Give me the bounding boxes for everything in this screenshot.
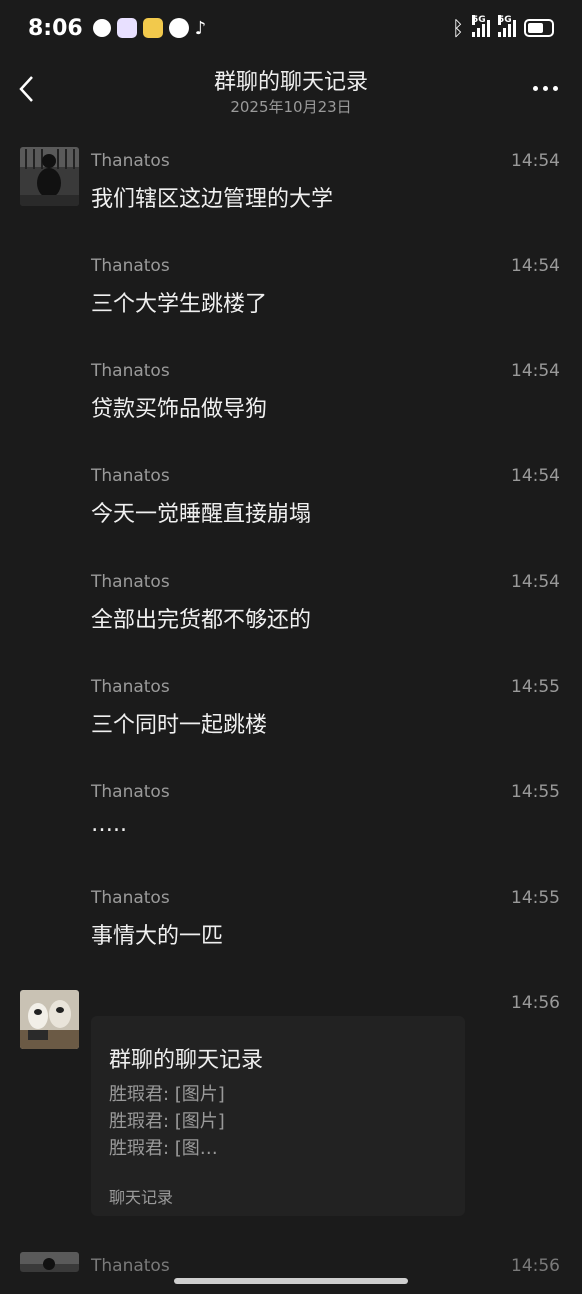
- avatar[interactable]: [20, 1252, 79, 1272]
- page-title: 群聊的聊天记录: [213, 70, 368, 95]
- network-type-2: 5G: [498, 15, 512, 25]
- card-preview-line: 胜瑕君: [图片]: [109, 1111, 225, 1132]
- tiktok-icon: ♪: [194, 17, 207, 39]
- message-time: 14:56: [511, 993, 560, 1013]
- page-subtitle: 2025年10月23日: [230, 98, 352, 116]
- chat-message[interactable]: Thanatos 14:55 三个同时一起跳楼: [0, 677, 582, 777]
- message-time: 14:55: [511, 888, 560, 908]
- message-text: 事情大的一匹: [91, 924, 224, 949]
- message-text: 今天一觉睡醒直接崩塌: [91, 502, 312, 527]
- card-title: 群聊的聊天记录: [109, 1048, 264, 1073]
- more-dot-icon: [533, 86, 538, 91]
- bluetooth-icon: ᛒ: [452, 16, 464, 40]
- battery-icon: [524, 19, 554, 37]
- chat-message[interactable]: Thanatos 14:54 今天一觉睡醒直接崩塌: [0, 466, 582, 566]
- sender-name: Thanatos: [91, 677, 170, 697]
- chat-message[interactable]: Thanatos 14:54 三个大学生跳楼了: [0, 256, 582, 356]
- message-time: 14:54: [511, 361, 560, 381]
- signal-icon-2: 5G: [498, 15, 516, 37]
- nav-bar: 群聊的聊天记录 2025年10月23日: [0, 56, 582, 126]
- chat-history-card[interactable]: 群聊的聊天记录 胜瑕君: [图片] 胜瑕君: [图片] 胜瑕君: [图… 聊天记…: [91, 1016, 465, 1216]
- chat-message[interactable]: Thanatos 14:55 …..: [0, 782, 582, 882]
- more-dot-icon: [543, 86, 548, 91]
- heart-app-icon: [116, 18, 137, 38]
- card-preview-line: 胜瑕君: [图片]: [109, 1084, 225, 1105]
- sender-name: Thanatos: [91, 466, 170, 486]
- message-text: 三个大学生跳楼了: [91, 292, 268, 317]
- sender-name: Thanatos: [91, 572, 170, 592]
- avatar-image: [20, 1252, 79, 1272]
- app-notification-icon: [92, 19, 111, 37]
- message-time: 14:54: [511, 256, 560, 276]
- sender-name: Thanatos: [91, 1256, 170, 1276]
- message-text: …..: [91, 812, 127, 837]
- more-dot-icon: [553, 86, 558, 91]
- message-text: 贷款买饰品做导狗: [91, 397, 268, 422]
- status-right-icons: ᛒ 5G 5G: [452, 15, 554, 40]
- message-time: 14:54: [511, 466, 560, 486]
- status-bar: 8:06 ♪ ᛒ 5G 5G: [0, 0, 582, 56]
- message-time: 14:55: [511, 782, 560, 802]
- message-text: 全部出完货都不够还的: [91, 608, 312, 633]
- sender-name: Thanatos: [91, 151, 170, 171]
- battery-fill: [528, 23, 543, 33]
- message-text: 我们辖区这边管理的大学: [91, 187, 334, 212]
- signal-icon-1: 5G: [472, 15, 490, 37]
- message-time: 14:54: [511, 572, 560, 592]
- avatar-image: [20, 990, 79, 1049]
- chat-message[interactable]: Thanatos 14:54 全部出完货都不够还的: [0, 572, 582, 672]
- message-text: 三个同时一起跳楼: [91, 713, 268, 738]
- sender-name: Thanatos: [91, 888, 170, 908]
- chat-message[interactable]: Thanatos 14:54 我们辖区这边管理的大学: [0, 151, 582, 251]
- message-time: 14:55: [511, 677, 560, 697]
- status-time: 8:06: [28, 15, 83, 41]
- card-preview-line: 胜瑕君: [图…: [109, 1138, 218, 1159]
- sender-name: Thanatos: [91, 361, 170, 381]
- timer-app-icon: [168, 18, 189, 38]
- message-time: 14:56: [511, 1256, 560, 1276]
- chat-message[interactable]: Thanatos 14:55 事情大的一匹: [0, 888, 582, 988]
- network-type-1: 5G: [472, 15, 486, 25]
- avatar[interactable]: [20, 990, 79, 1049]
- more-options-button[interactable]: [533, 86, 558, 91]
- sender-name: Thanatos: [91, 256, 170, 276]
- chat-message[interactable]: Thanatos 14:54 贷款买饰品做导狗: [0, 361, 582, 461]
- notification-icons: ♪: [92, 17, 207, 39]
- card-footer-label: 聊天记录: [109, 1188, 174, 1207]
- wallet-app-icon: [142, 18, 163, 38]
- message-time: 14:54: [511, 151, 560, 171]
- sender-name: Thanatos: [91, 782, 170, 802]
- home-indicator[interactable]: [174, 1278, 408, 1284]
